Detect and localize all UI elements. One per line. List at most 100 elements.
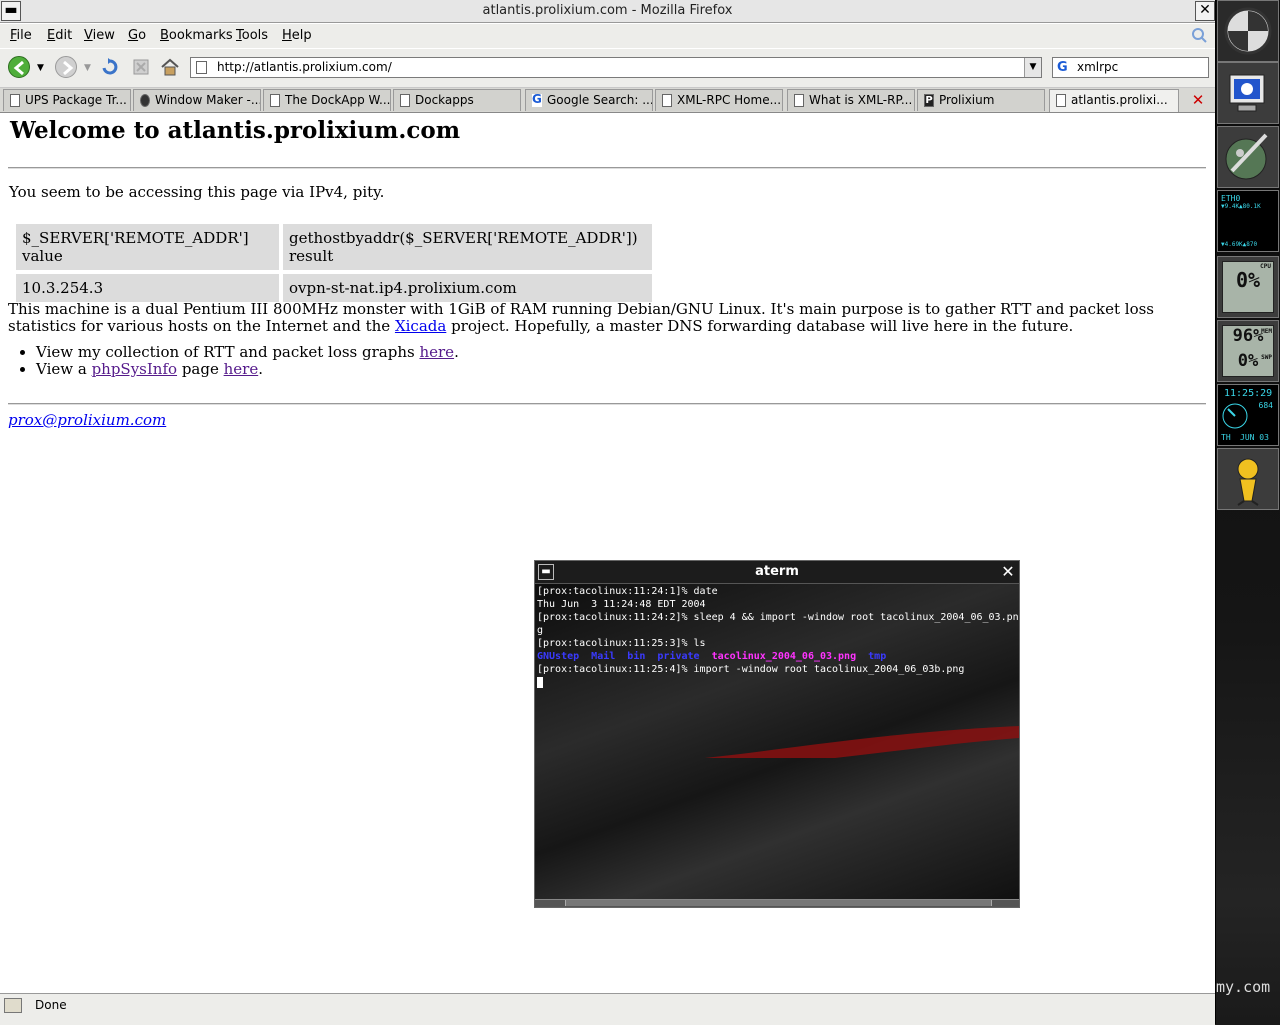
windowmaker-dock: ETH0 ▼9.4K▲80.1K ▼4.69K▲870 CPU 0% 96% 0… [1216, 0, 1280, 1024]
url-text: http://atlantis.prolixium.com/ [217, 60, 392, 74]
reload-icon[interactable] [99, 56, 121, 78]
stop-icon[interactable] [130, 56, 152, 78]
page-heading: Welcome to atlantis.prolixium.com [10, 117, 461, 144]
url-dropdown-icon[interactable]: ▼ [1024, 58, 1041, 77]
dock-paint-app[interactable] [1217, 126, 1279, 188]
dock-cpu-monitor[interactable]: CPU 0% [1217, 256, 1279, 318]
dock-watermark: my.com [1216, 978, 1271, 996]
menu-help[interactable]: Help [282, 28, 312, 43]
menu-tools-rest: ools [241, 28, 269, 43]
page-icon [400, 94, 410, 107]
tab-google-search[interactable]: G Google Search: ... [525, 89, 653, 111]
menu-file[interactable]: File [10, 28, 32, 43]
back-icon[interactable] [8, 56, 30, 78]
tab-dockapps[interactable]: Dockapps [393, 89, 521, 111]
security-icon[interactable] [4, 998, 22, 1013]
tab-atlantis-active[interactable]: atlantis.prolixi... [1049, 89, 1179, 112]
close-icon[interactable]: ✕ [999, 563, 1017, 581]
mem-lcd: 96% 0% MEM SWP [1222, 325, 1274, 377]
page-icon [10, 94, 20, 107]
terminal-line-ls: GNUstep Mail bin private tacolinux_2004_… [537, 650, 1019, 663]
phpsysinfo-link[interactable]: phpSysInfo [92, 360, 177, 378]
menu-edit-rest: dit [55, 28, 73, 43]
divider [8, 403, 1206, 405]
dock-monitor-app[interactable] [1217, 62, 1279, 124]
graphs-here-link[interactable]: here [419, 343, 454, 361]
tab-label: The DockApp W... [285, 93, 391, 107]
close-icon: ✕ [1199, 2, 1211, 18]
window-title: atlantis.prolixium.com - Mozilla Firefox [482, 3, 733, 18]
machine-description: This machine is a dual Pentium III 800MH… [8, 301, 1213, 335]
menu-bookmarks-rest: ookmarks [168, 28, 233, 43]
penguin-icon [1237, 458, 1259, 506]
tab-dockapp-w[interactable]: The DockApp W... [263, 89, 391, 111]
windowmaker-icon [140, 94, 150, 107]
list-text: View my collection of RTT and packet los… [36, 343, 420, 361]
net-interface-label: ETH0 [1221, 194, 1241, 203]
tab-label: UPS Package Tr... [25, 93, 127, 107]
clock-seconds: 684 [1258, 401, 1273, 410]
menu-help-rest: elp [291, 28, 312, 43]
dock-clip[interactable] [1217, 0, 1279, 62]
list-item: View a phpSysInfo page here. [36, 361, 459, 378]
aterm-titlebar[interactable]: ▬ aterm ✕ [535, 561, 1019, 584]
url-bar[interactable]: http://atlantis.prolixium.com/ ▼ [190, 57, 1042, 78]
mem-label: MEM [1261, 328, 1272, 335]
paint-icon [1225, 133, 1268, 180]
list-item: View my collection of RTT and packet los… [36, 344, 459, 361]
page-icon [662, 94, 672, 107]
forward-dropdown-icon[interactable]: ▼ [84, 63, 91, 73]
table-cell: 10.3.254.3 [16, 274, 279, 302]
scrollbar-thumb[interactable] [565, 900, 992, 906]
menu-tools[interactable]: Tools [236, 28, 268, 43]
phpsysinfo-here-link[interactable]: here [224, 360, 259, 378]
terminal-output[interactable]: [prox:tacolinux:11:24:1]% date Thu Jun 3 … [537, 585, 1019, 689]
home-icon[interactable] [159, 56, 181, 78]
close-tab-icon[interactable]: ✕ [1188, 91, 1208, 109]
clip-icon [1224, 7, 1272, 55]
net-rate-bottom: ▼4.69K▲870 [1221, 241, 1258, 248]
aterm-window[interactable]: ▬ aterm ✕ [prox:tacolinux:11:24:1]% date… [534, 560, 1020, 908]
menu-file-rest: ile [16, 28, 32, 43]
menu-bookmarks[interactable]: Bookmarks [160, 28, 233, 43]
xicada-link[interactable]: Xicada [395, 317, 446, 335]
tab-label: Google Search: ... [547, 93, 653, 107]
monitor-icon [1229, 74, 1265, 112]
tab-xmlrpc-home[interactable]: XML-RPC Home... [655, 89, 783, 111]
dock-network-monitor[interactable]: ETH0 ▼9.4K▲80.1K ▼4.69K▲870 [1217, 190, 1279, 252]
tab-label: Window Maker -... [155, 93, 261, 107]
window-close-button[interactable]: ✕ [1195, 1, 1215, 21]
tab-ups[interactable]: UPS Package Tr... [3, 89, 131, 111]
tab-label: Dockapps [415, 93, 474, 107]
menu-view[interactable]: View [84, 28, 115, 43]
list-text: View a [36, 360, 92, 378]
tab-window-maker[interactable]: Window Maker -... [133, 89, 261, 111]
dock-clock[interactable]: 11:25:29 684 TH JUN 03 [1217, 384, 1279, 446]
tab-prolixium[interactable]: P Prolixium [917, 89, 1045, 111]
terminal-scrollbar[interactable] [535, 899, 1019, 907]
back-dropdown-icon[interactable]: ▼ [37, 63, 44, 73]
table-header-cell: gethostbyaddr($_SERVER['REMOTE_ADDR']) r… [283, 224, 652, 270]
terminal-prompt [537, 676, 1019, 689]
menu-edit[interactable]: Edit [47, 28, 72, 43]
email-link[interactable]: prox@prolixium.com [8, 411, 166, 429]
tab-label: Prolixium [939, 93, 995, 107]
status-text: Done [35, 998, 67, 1012]
divider [8, 167, 1206, 169]
page-icon [1056, 94, 1066, 107]
search-input[interactable]: G xmlrpc [1052, 57, 1209, 78]
window-titlebar[interactable]: ▬ atlantis.prolixium.com - Mozilla Firef… [0, 0, 1215, 23]
list-text: . [258, 360, 263, 378]
page-icon [196, 61, 207, 74]
google-search-icon[interactable]: G [1057, 60, 1068, 75]
forward-icon[interactable] [55, 56, 77, 78]
analog-clock-icon [1222, 403, 1248, 429]
dock-mem-monitor[interactable]: 96% 0% MEM SWP [1217, 320, 1279, 382]
net-rate-top: ▼9.4K▲80.1K [1221, 203, 1261, 210]
desc-text: project. Hopefully, a master DNS forward… [446, 317, 1074, 335]
page-icon [270, 94, 280, 107]
menu-go[interactable]: Go [128, 28, 146, 43]
tab-label: XML-RPC Home... [677, 93, 782, 107]
tab-what-is-xmlrpc[interactable]: What is XML-RP... [787, 89, 915, 111]
dock-penguin-app[interactable] [1217, 448, 1279, 510]
